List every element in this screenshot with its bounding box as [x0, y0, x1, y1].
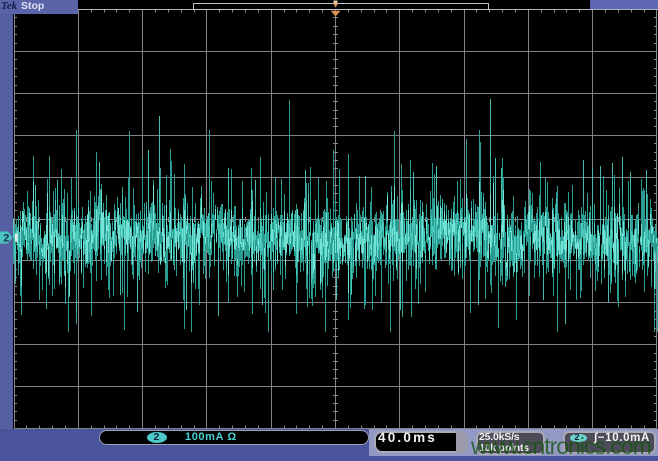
svg-text:2: 2 [3, 233, 9, 245]
